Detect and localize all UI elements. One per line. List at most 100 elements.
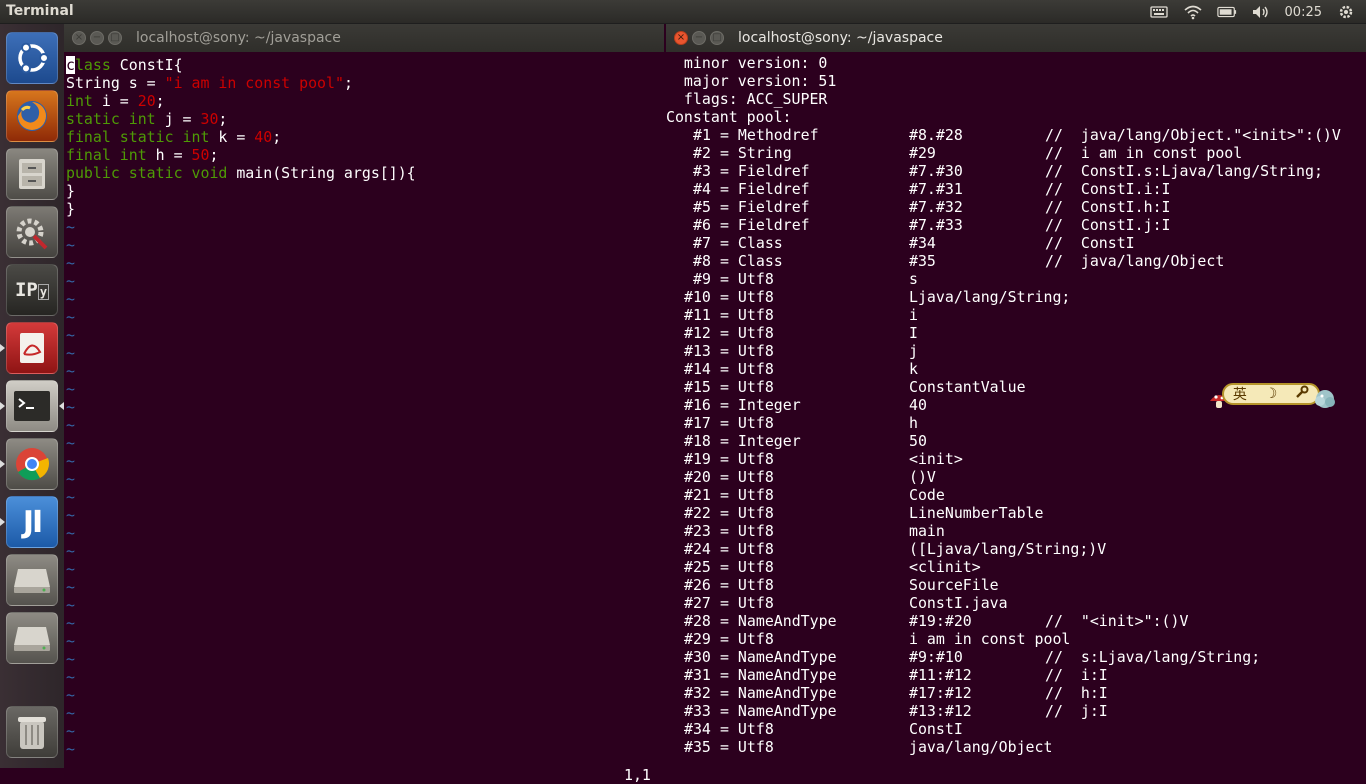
ime-wrench-icon[interactable] — [1295, 385, 1309, 403]
entry-ref: ([Ljava/lang/String;)V — [909, 540, 1107, 558]
constant-pool-entry: #1 = Methodref #8.#28 // java/lang/Object."… — [666, 126, 1366, 144]
entry-ref: <init> — [909, 450, 963, 468]
vim-editor[interactable]: 1,1 class ConstI{String s = "i am in con… — [64, 52, 664, 784]
entry-num: #18 — [684, 432, 711, 450]
entry-comment: // i am in const pool — [1045, 144, 1243, 162]
code-token: k = — [209, 128, 255, 146]
constant-pool-entry: #4 = Fieldref #7.#31 // ConstI.i:I — [666, 180, 1366, 198]
ime-language-toggle[interactable]: 英 — [1233, 384, 1247, 404]
intellij-launcher[interactable]: JI — [6, 496, 58, 548]
terminal-launcher[interactable] — [6, 380, 58, 432]
entry-num: #16 — [684, 396, 711, 414]
constant-pool-entry: #20 = Utf8 ()V — [666, 468, 1366, 486]
entry-ref: i — [909, 306, 918, 324]
class-info-line: Constant pool: — [666, 108, 792, 126]
empty-line-tilde: ~ — [66, 272, 75, 290]
empty-line-tilde: ~ — [66, 524, 75, 542]
empty-line-tilde: ~ — [66, 380, 75, 398]
volume-icon[interactable] — [1251, 3, 1271, 21]
close-button[interactable]: × — [72, 31, 86, 45]
entry-ref: #29 — [909, 144, 936, 162]
ime-moon-icon[interactable]: ☽ — [1265, 386, 1278, 402]
constant-pool-entry: #26 = Utf8 SourceFile — [666, 576, 1366, 594]
code-line: } — [66, 182, 75, 200]
window-titlebar[interactable]: × − □ localhost@sony: ~/javaspace — [666, 24, 1366, 52]
constant-pool-entry: #32 = NameAndType #17:#12 // h:I — [666, 684, 1366, 702]
entry-num: #19 — [684, 450, 711, 468]
code-line: int i = 20; — [66, 92, 165, 110]
empty-line-tilde: ~ — [66, 686, 75, 704]
entry-ref: h — [909, 414, 918, 432]
ubuntu-dash-button[interactable] — [6, 32, 58, 84]
entry-ref: #7.#33 — [909, 216, 963, 234]
empty-line-tilde: ~ — [66, 488, 75, 506]
entry-ref: ConstantValue — [909, 378, 1026, 396]
constant-pool-entry: #17 = Utf8 h — [666, 414, 1366, 432]
empty-line-tilde: ~ — [66, 344, 75, 362]
system-settings-launcher[interactable] — [6, 206, 58, 258]
empty-line-tilde: ~ — [66, 326, 75, 344]
minimize-button[interactable]: − — [90, 31, 104, 45]
disk-drive-launcher-1[interactable] — [6, 554, 58, 606]
trash-launcher[interactable] — [6, 706, 58, 758]
code-token: } — [66, 200, 75, 218]
code-line: final static int k = 40; — [66, 128, 281, 146]
minimize-button[interactable]: − — [692, 31, 706, 45]
empty-line-tilde: ~ — [66, 506, 75, 524]
entry-num: #8 — [693, 252, 711, 270]
constant-pool-entry: #18 = Integer 50 — [666, 432, 1366, 450]
code-token: j = — [155, 110, 201, 128]
running-indicator — [0, 460, 5, 468]
entry-num: #31 — [684, 666, 711, 684]
settings-gear-icon[interactable] — [1336, 3, 1356, 21]
code-line: final int h = 50; — [66, 146, 218, 164]
terminal-window-vim[interactable]: × − □ localhost@sony: ~/javaspace 1,1 cl… — [64, 24, 664, 784]
code-token: 30 — [200, 110, 219, 128]
constant-pool-entry: #33 = NameAndType #13:#12 // j:I — [666, 702, 1366, 720]
empty-line-tilde: ~ — [66, 722, 75, 740]
clock[interactable]: 00:25 — [1285, 3, 1322, 21]
empty-line-tilde: ~ — [66, 650, 75, 668]
keyboard-icon[interactable] — [1149, 3, 1169, 21]
constant-pool-entry: #11 = Utf8 i — [666, 306, 1366, 324]
entry-type: = NameAndType — [720, 612, 837, 630]
constant-pool-entry: #19 = Utf8 <init> — [666, 450, 1366, 468]
firefox-launcher[interactable] — [6, 90, 58, 142]
window-titlebar[interactable]: × − □ localhost@sony: ~/javaspace — [64, 24, 664, 52]
entry-type: = Class — [720, 252, 783, 270]
code-token: ; — [272, 128, 282, 146]
constant-pool-entry: #21 = Utf8 Code — [666, 486, 1366, 504]
entry-type: = Utf8 — [720, 378, 774, 396]
file-manager-launcher[interactable] — [6, 148, 58, 200]
chrome-icon — [16, 448, 50, 481]
entry-num: #1 — [693, 126, 711, 144]
ime-bar[interactable]: 英 ☽ — [1222, 383, 1320, 405]
code-token: 50 — [191, 146, 210, 164]
entry-type: = Utf8 — [720, 594, 774, 612]
ipython-launcher[interactable]: IP y — [6, 264, 58, 316]
code-token: i = — [92, 92, 138, 110]
disk-drive-launcher-2[interactable] — [6, 612, 58, 664]
close-button[interactable]: × — [674, 31, 688, 45]
entry-num: #2 — [693, 144, 711, 162]
ime-toolbar[interactable]: 英 ☽ — [1208, 381, 1338, 413]
maximize-button[interactable]: □ — [710, 31, 724, 45]
entry-type: = Utf8 — [720, 576, 774, 594]
entry-ref: 50 — [909, 432, 927, 450]
entry-type: = Fieldref — [720, 162, 810, 180]
constant-pool-entry: #12 = Utf8 I — [666, 324, 1366, 342]
window-title: localhost@sony: ~/javaspace — [136, 30, 341, 46]
wifi-icon[interactable] — [1183, 3, 1203, 21]
empty-line-tilde: ~ — [66, 578, 75, 596]
entry-ref: Code — [909, 486, 945, 504]
maximize-button[interactable]: □ — [108, 31, 122, 45]
code-token: final static int — [66, 128, 210, 146]
battery-icon[interactable] — [1216, 3, 1237, 21]
pdf-viewer-launcher[interactable] — [6, 322, 58, 374]
entry-num: #35 — [684, 738, 711, 756]
running-indicator — [0, 518, 5, 526]
chrome-launcher[interactable] — [6, 438, 58, 490]
entry-num: #6 — [693, 216, 711, 234]
constant-pool-entry: #8 = Class #35 // java/lang/Object — [666, 252, 1366, 270]
code-token: public static void — [66, 164, 228, 182]
